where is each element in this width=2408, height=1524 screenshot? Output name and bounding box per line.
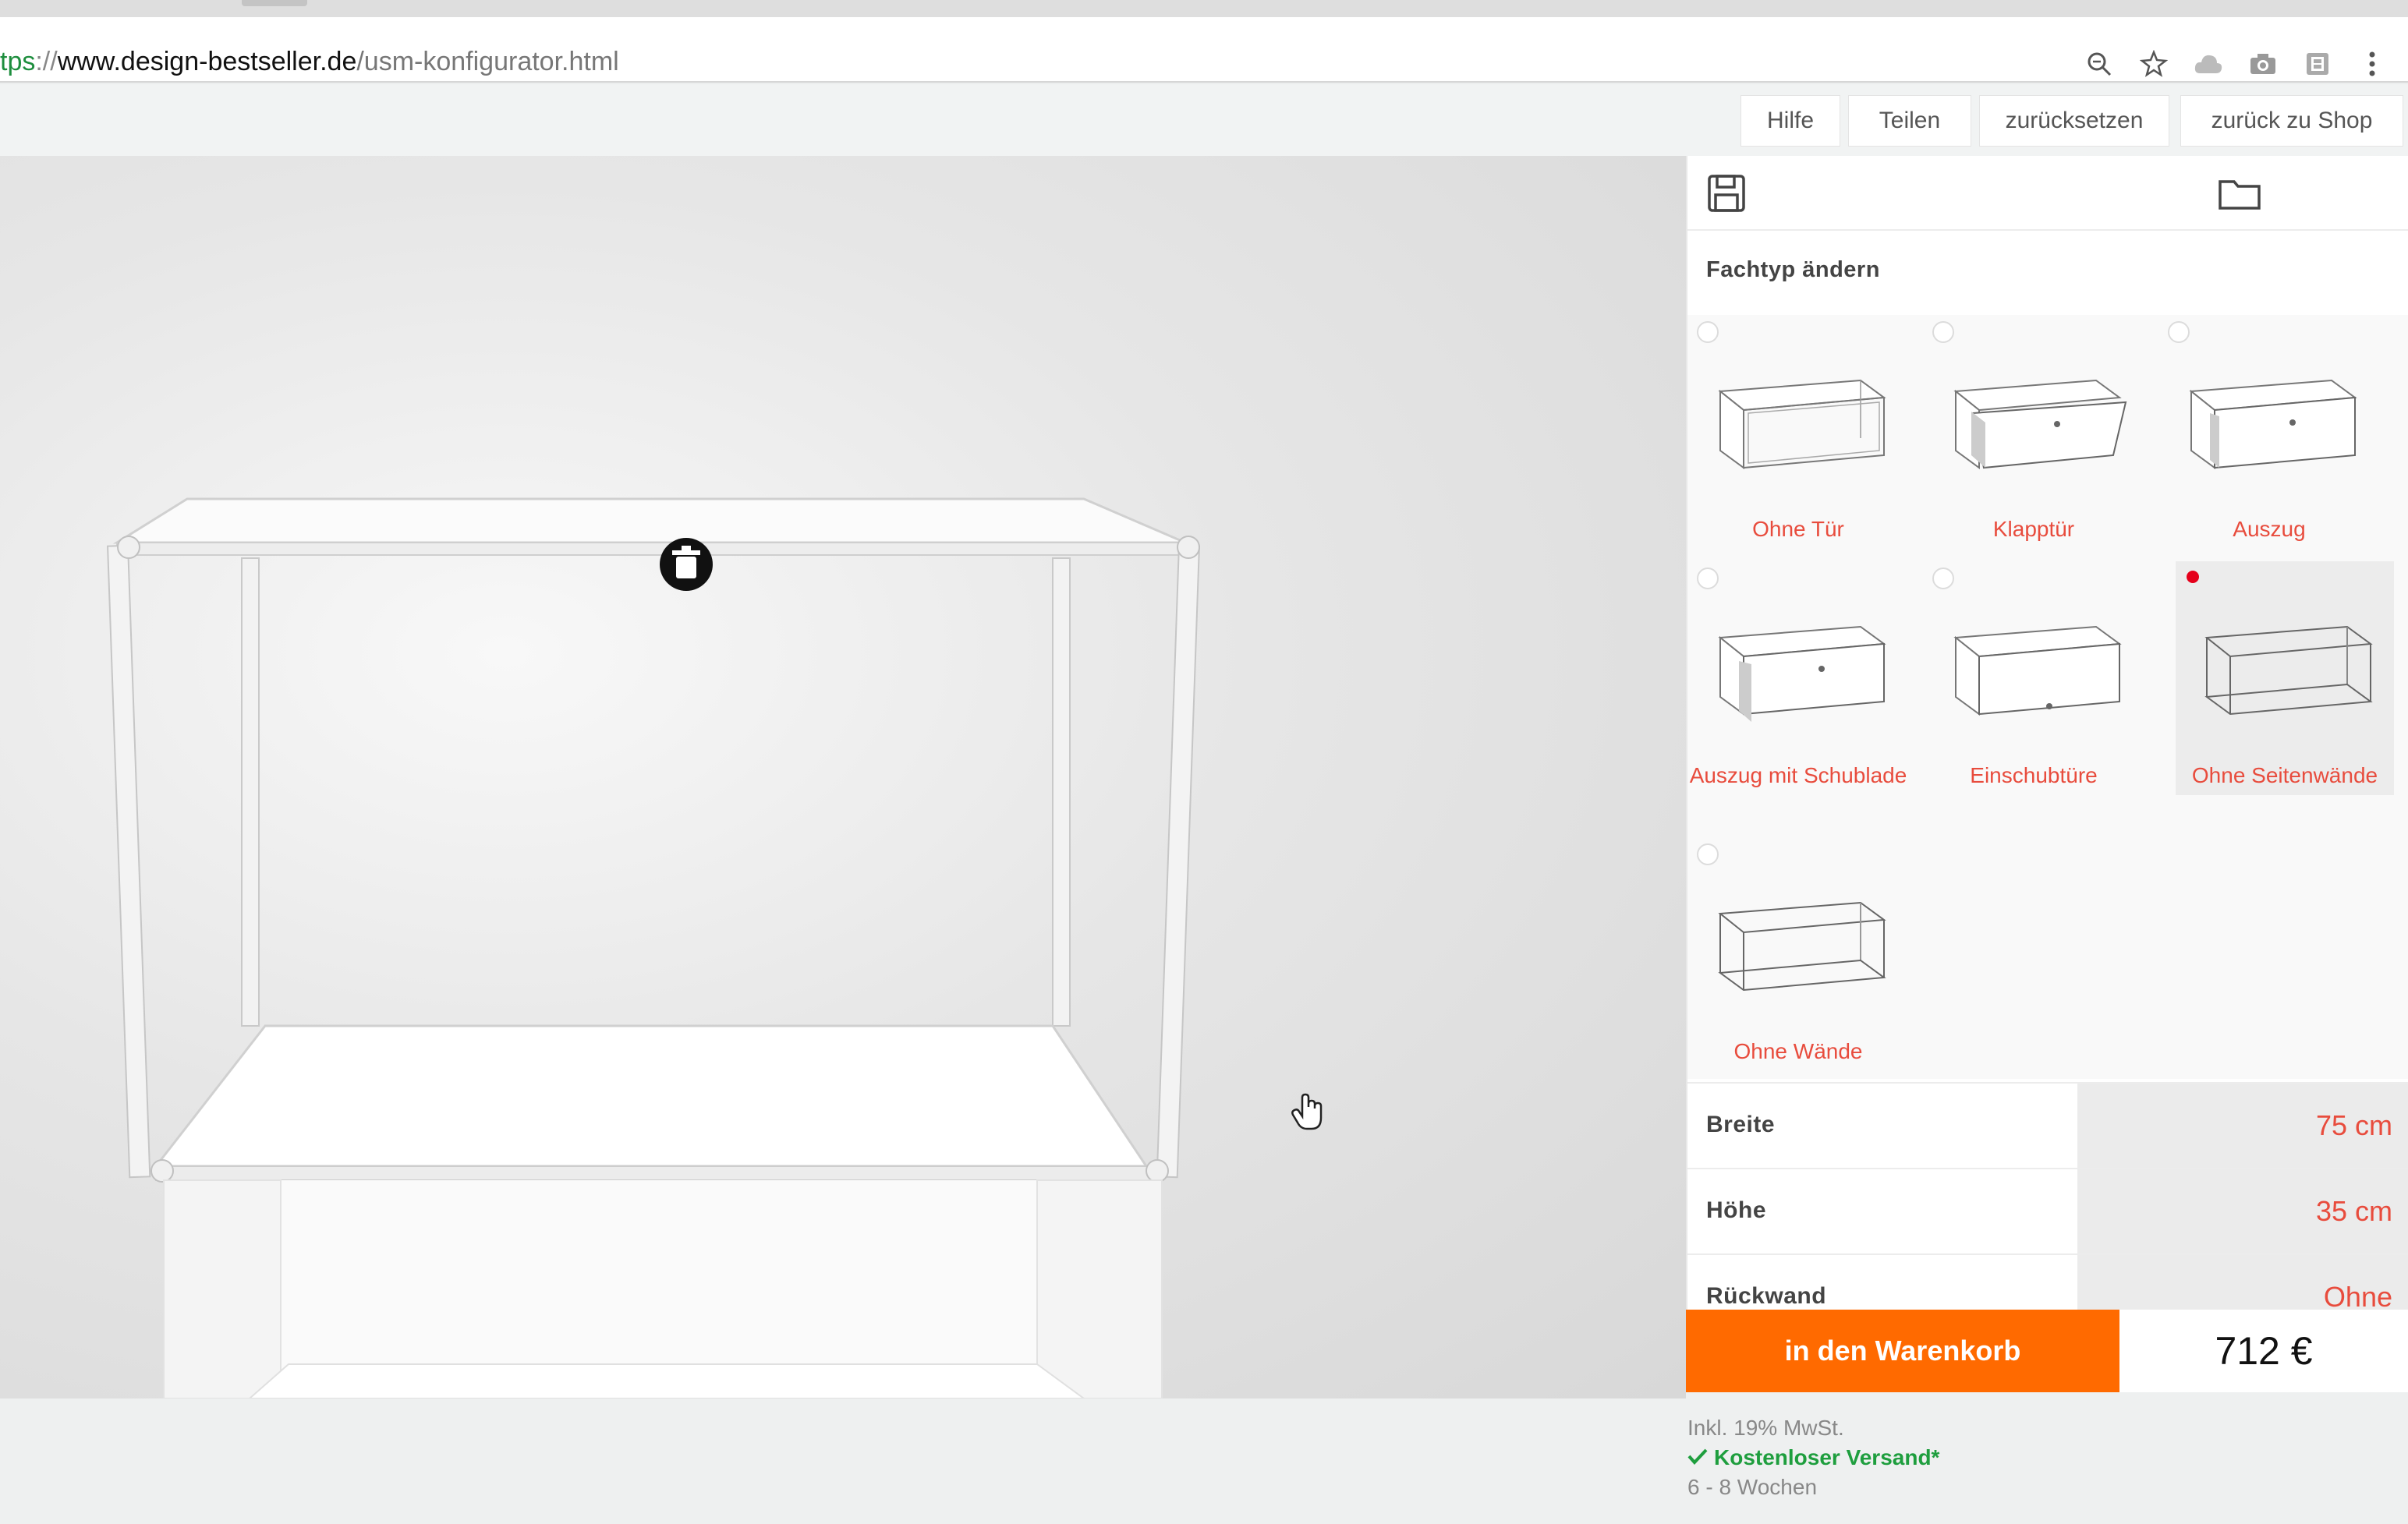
radio-button[interactable] xyxy=(1697,843,1719,865)
reset-button[interactable]: zurücksetzen xyxy=(1979,95,2169,147)
auszug-mit-schublade-thumbnail xyxy=(1718,625,1886,722)
type-label: Einschubtüre xyxy=(1970,763,2098,787)
camera-icon[interactable] xyxy=(2247,48,2279,80)
3d-viewport[interactable] xyxy=(0,156,1686,1398)
type-option-auszug[interactable]: Auszug xyxy=(2160,315,2378,549)
property-row-rueckwand: Rückwand Ohne xyxy=(1687,1253,2408,1310)
radio-button[interactable] xyxy=(2168,321,2190,343)
config-panel: Fachtyp ändern Ohne Tür Klapptür Auszug … xyxy=(1686,156,2408,1310)
extension-icon[interactable] xyxy=(2302,48,2333,80)
star-icon[interactable] xyxy=(2138,48,2169,80)
type-option-ohne-waende[interactable]: Ohne Wände xyxy=(1689,837,1907,1071)
type-option-auszug-mit-schublade[interactable]: Auszug mit Schublade xyxy=(1689,561,1907,795)
folder-icon[interactable] xyxy=(2215,168,2265,218)
save-icon[interactable] xyxy=(1702,168,1751,218)
type-label: Auszug mit Schublade xyxy=(1689,763,1907,787)
section-title-fachtyp: Fachtyp ändern xyxy=(1706,257,1880,282)
browser-tabstrip xyxy=(0,0,2408,17)
add-to-cart-button[interactable]: in den Warenkorb xyxy=(1686,1310,2119,1392)
viewport-footer xyxy=(0,1398,1686,1524)
radio-button[interactable] xyxy=(1697,568,1719,589)
ohne-waende-thumbnail xyxy=(1718,901,1886,992)
shipping-text: Kostenloser Versand* xyxy=(1714,1445,1940,1469)
configurator-top-nav: Hilfe Teilen zurücksetzen zurück zu Shop xyxy=(0,84,2408,156)
radio-button[interactable] xyxy=(1932,321,1954,343)
type-label: Ohne Tür xyxy=(1752,517,1844,541)
vat-note: Inkl. 19% MwSt. xyxy=(1687,1416,1844,1440)
browser-toolbar-icons xyxy=(2084,48,2388,80)
zoom-icon[interactable] xyxy=(2084,48,2115,80)
checkmark-icon xyxy=(1687,1445,1708,1470)
type-option-ohne-tuer[interactable]: Ohne Tür xyxy=(1689,315,1907,549)
url-text[interactable]: tps://www.design-bestseller.de/usm-konfi… xyxy=(0,47,619,77)
property-name: Breite xyxy=(1706,1112,1776,1137)
type-option-klapptuer[interactable]: Klapptür xyxy=(1925,315,2143,549)
url-scheme: tps xyxy=(0,47,36,76)
menu-dots-icon[interactable] xyxy=(2357,48,2388,80)
type-option-einschubtuere[interactable]: Einschubtüre xyxy=(1925,561,2143,795)
back-to-shop-button[interactable]: zurück zu Shop xyxy=(2180,95,2403,147)
hand-cursor-icon xyxy=(1291,1093,1326,1136)
property-value-hoehe[interactable]: 35 cm xyxy=(2077,1169,2408,1253)
compartment-type-grid: Ohne Tür Klapptür Auszug Auszug mit Schu… xyxy=(1687,315,2408,1079)
type-label: Ohne Wände xyxy=(1733,1039,1863,1063)
cloud-icon[interactable] xyxy=(2193,48,2224,80)
total-price: 712 € xyxy=(2119,1310,2408,1392)
browser-address-bar[interactable]: tps://www.design-bestseller.de/usm-konfi… xyxy=(0,17,2408,83)
property-name: Höhe xyxy=(1706,1197,1766,1223)
ohne-tuer-thumbnail xyxy=(1718,379,1886,469)
help-button[interactable]: Hilfe xyxy=(1740,95,1840,147)
delivery-time: 6 - 8 Wochen xyxy=(1687,1475,1818,1499)
type-label: Ohne Seitenwände xyxy=(2191,763,2378,787)
type-option-ohne-seitenwaende[interactable]: Ohne Seitenwände xyxy=(2176,561,2394,795)
url-path: /usm-konfigurator.html xyxy=(356,47,619,76)
delete-compartment-icon[interactable] xyxy=(660,538,713,591)
property-row-breite: Breite 75 cm xyxy=(1687,1082,2408,1168)
einschubtuere-thumbnail xyxy=(1953,625,2122,716)
shipping-info: Kostenloser Versand* xyxy=(1687,1445,1939,1470)
radio-button[interactable] xyxy=(1697,321,1719,343)
klapptuer-thumbnail xyxy=(1953,379,2127,469)
property-value-rueckwand[interactable]: Ohne xyxy=(2077,1255,2408,1310)
radio-button-selected[interactable] xyxy=(2183,568,2205,589)
url-host: www.design-bestseller.de xyxy=(57,47,357,76)
ohne-seitenwaende-thumbnail xyxy=(2204,625,2373,716)
share-button[interactable]: Teilen xyxy=(1848,95,1971,147)
property-value-breite[interactable]: 75 cm xyxy=(2077,1084,2408,1168)
type-label: Klapptür xyxy=(1992,517,2075,541)
property-name: Rückwand xyxy=(1706,1283,1827,1309)
type-label: Auszug xyxy=(2233,517,2306,541)
shelf-render xyxy=(107,497,1200,1398)
auszug-thumbnail xyxy=(2189,379,2357,469)
panel-toolbar xyxy=(1687,156,2408,231)
browser-tab[interactable] xyxy=(242,0,307,6)
property-row-hoehe: Höhe 35 cm xyxy=(1687,1168,2408,1253)
radio-button[interactable] xyxy=(1932,568,1954,589)
url-separator: :// xyxy=(35,47,58,76)
